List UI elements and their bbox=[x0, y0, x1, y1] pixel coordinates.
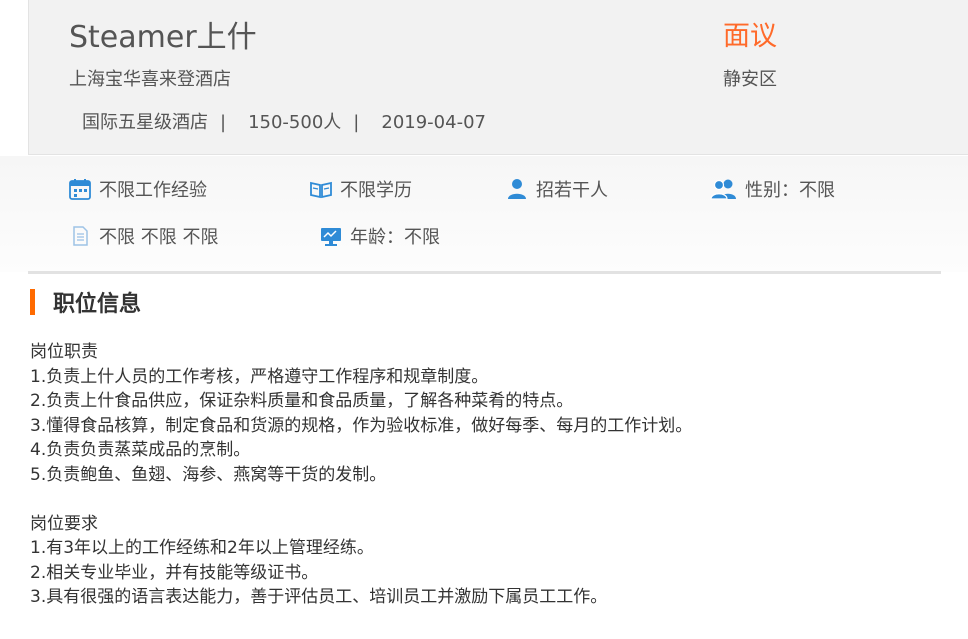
duty-item: 5.负责鲍鱼、鱼翅、海参、燕窝等干货的发制。 bbox=[30, 464, 387, 485]
job-description: 岗位职责 1.负责上什人员的工作考核，严格遵守工作程序和规章制度。 2.负责上什… bbox=[30, 340, 950, 610]
book-icon bbox=[308, 176, 334, 202]
post-date: 2019-04-07 bbox=[381, 112, 486, 133]
calendar-icon bbox=[67, 176, 93, 202]
section-accent-bar bbox=[30, 289, 35, 315]
req-age-label: 年龄：不限 bbox=[350, 227, 440, 248]
job-detail-page: Steamer上什 上海宝华喜来登酒店 国际五星级酒店 | 150-500人 | 201… bbox=[0, 0, 968, 639]
requirement-item: 3.具有很强的语言表达能力，善于评估员工、培训员工并激励下属员工工作。 bbox=[30, 587, 608, 607]
company-size: 150-500人 bbox=[248, 112, 342, 133]
document-icon bbox=[67, 223, 93, 249]
req-other: 不限 不限 不限 bbox=[67, 223, 218, 249]
requirements-band: 不限工作经验 不限学历 招若干人 性别：不限 不限 不限 不限 年龄：不限 bbox=[0, 156, 968, 272]
person-icon bbox=[504, 176, 530, 202]
duty-item: 4.负责负责蒸菜成品的烹制。 bbox=[30, 440, 251, 460]
hotel-type: 国际五星级酒店 bbox=[82, 112, 208, 133]
duty-item: 1.负责上什人员的工作考核，严格遵守工作程序和规章制度。 bbox=[30, 366, 489, 387]
req-headcount: 招若干人 bbox=[504, 176, 608, 202]
req-gender: 性别：不限 bbox=[709, 176, 835, 202]
company-name[interactable]: 上海宝华喜来登酒店 bbox=[69, 65, 231, 91]
people-icon bbox=[709, 176, 739, 202]
requirements-heading: 岗位要求 bbox=[30, 513, 98, 534]
req-gender-label: 性别：不限 bbox=[745, 180, 835, 201]
duties-heading: 岗位职责 bbox=[30, 342, 98, 362]
req-education: 不限学历 bbox=[308, 176, 412, 202]
req-education-label: 不限学历 bbox=[340, 180, 412, 201]
req-age: 年龄：不限 bbox=[318, 223, 440, 249]
req-headcount-label: 招若干人 bbox=[536, 180, 608, 201]
section-title: 职位信息 bbox=[53, 292, 142, 317]
job-title: Steamer上什 bbox=[69, 20, 257, 55]
duty-item: 3.懂得食品核算，制定食品和货源的规格，作为验收标准，做好每季、每月的工作计划。 bbox=[30, 415, 693, 436]
salary: 面议 bbox=[723, 21, 777, 52]
job-header-card: Steamer上什 上海宝华喜来登酒店 国际五星级酒店 | 150-500人 | 201… bbox=[28, 0, 968, 155]
duty-item: 2.负责上什食品供应，保证杂料质量和食品质量，了解各种菜肴的特点。 bbox=[30, 391, 574, 411]
meta-separator: | bbox=[220, 112, 227, 133]
requirement-item: 1.有3年以上的工作经练和2年以上管理经练。 bbox=[30, 538, 374, 558]
meta-separator: | bbox=[353, 112, 360, 133]
requirement-item: 2.相关专业毕业，并有技能等级证书。 bbox=[30, 562, 319, 583]
monitor-icon bbox=[318, 223, 344, 249]
req-experience-label: 不限工作经验 bbox=[99, 180, 207, 201]
company-meta: 国际五星级酒店 | 150-500人 | 2019-04-07 bbox=[82, 108, 486, 134]
req-experience: 不限工作经验 bbox=[67, 176, 207, 202]
district: 静安区 bbox=[723, 69, 777, 90]
req-other-label: 不限 不限 不限 bbox=[99, 227, 219, 248]
section-divider bbox=[28, 271, 941, 274]
